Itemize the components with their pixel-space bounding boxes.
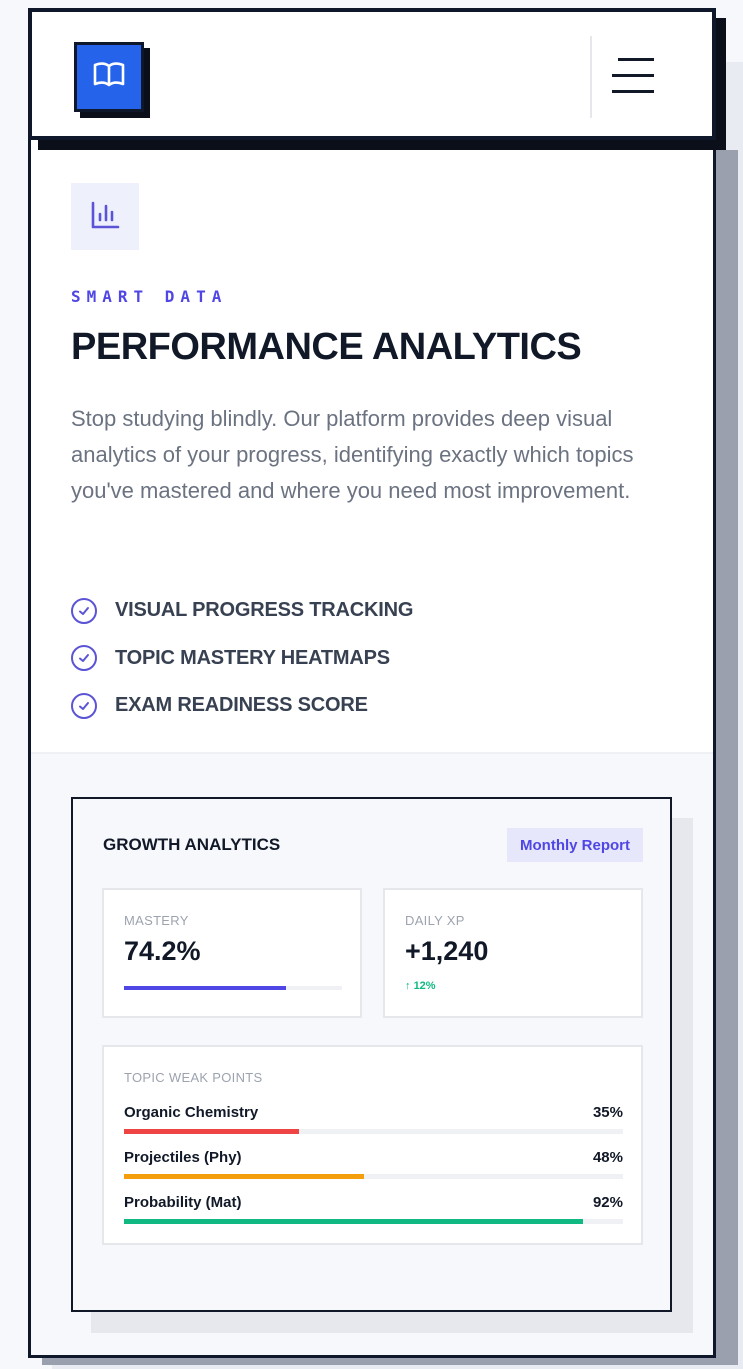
- feature-label: VISUAL PROGRESS TRACKING: [115, 599, 414, 622]
- topic-progress-fill: [124, 1129, 299, 1134]
- section-description: Stop studying blindly. Our platform prov…: [71, 406, 634, 503]
- weak-point-row: Organic Chemistry 35%: [124, 1104, 623, 1144]
- topic-progress-fill: [124, 1219, 584, 1224]
- top-header: [28, 8, 716, 140]
- bar-chart-icon: [90, 200, 120, 234]
- weak-points-heading: TOPIC WEAK POINTS: [124, 1070, 263, 1085]
- stat-value: +1,240: [405, 936, 489, 966]
- check-circle-icon: [71, 597, 97, 624]
- hamburger-menu-icon[interactable]: [608, 56, 654, 96]
- topic-percent: 35%: [592, 1104, 623, 1121]
- stat-value: 74.2%: [124, 936, 201, 966]
- section-eyebrow: SMART DATA: [71, 287, 228, 306]
- dashboard-title: GROWTH ANALYTICS: [103, 835, 281, 854]
- topic-progress-track: [124, 1129, 623, 1134]
- check-circle-icon: [71, 692, 97, 719]
- feature-item: TOPIC MASTERY HEATMAPS: [71, 635, 413, 683]
- daily-xp-stat-card: DAILY XP +1,240 ↑ 12%: [383, 888, 643, 1018]
- topic-progress-fill: [124, 1174, 364, 1179]
- topic-weak-points-card: TOPIC WEAK POINTS Organic Chemistry 35% …: [102, 1045, 643, 1245]
- mastery-stat-card: MASTERY 74.2%: [102, 888, 362, 1018]
- feature-item: VISUAL PROGRESS TRACKING: [71, 587, 413, 635]
- topic-progress-track: [124, 1219, 623, 1224]
- analytics-icon-tile: [71, 183, 139, 250]
- weak-point-row: Probability (Mat) 92%: [124, 1194, 623, 1234]
- feature-label: EXAM READINESS SCORE: [115, 694, 368, 717]
- arrow-up-icon: ↑: [405, 980, 411, 992]
- open-book-icon: [92, 60, 126, 94]
- header-divider: [590, 36, 592, 118]
- stat-label: DAILY XP: [405, 913, 465, 928]
- topic-percent: 92%: [592, 1194, 623, 1211]
- monthly-report-badge[interactable]: Monthly Report: [507, 828, 643, 862]
- topic-percent: 48%: [592, 1149, 623, 1166]
- topic-name: Projectiles (Phy): [124, 1149, 242, 1166]
- mastery-progress-fill: [124, 986, 286, 990]
- check-circle-icon: [71, 645, 97, 672]
- topic-progress-track: [124, 1174, 623, 1179]
- weak-point-row: Projectiles (Phy) 48%: [124, 1149, 623, 1189]
- feature-list: VISUAL PROGRESS TRACKING TOPIC MASTERY H…: [71, 587, 413, 730]
- section-title: PERFORMANCE ANALYTICS: [71, 326, 582, 368]
- xp-delta: ↑ 12%: [405, 980, 436, 992]
- topic-name: Organic Chemistry: [124, 1104, 259, 1121]
- stat-label: MASTERY: [124, 913, 189, 928]
- dashboard-panel: GROWTH ANALYTICS Monthly Report MASTERY …: [71, 797, 672, 1312]
- xp-delta-value: 12%: [413, 980, 436, 992]
- topic-name: Probability (Mat): [124, 1194, 242, 1211]
- logo-button[interactable]: [74, 42, 144, 112]
- mastery-progress-track: [124, 986, 342, 990]
- feature-item: EXAM READINESS SCORE: [71, 682, 413, 730]
- feature-label: TOPIC MASTERY HEATMAPS: [115, 646, 390, 669]
